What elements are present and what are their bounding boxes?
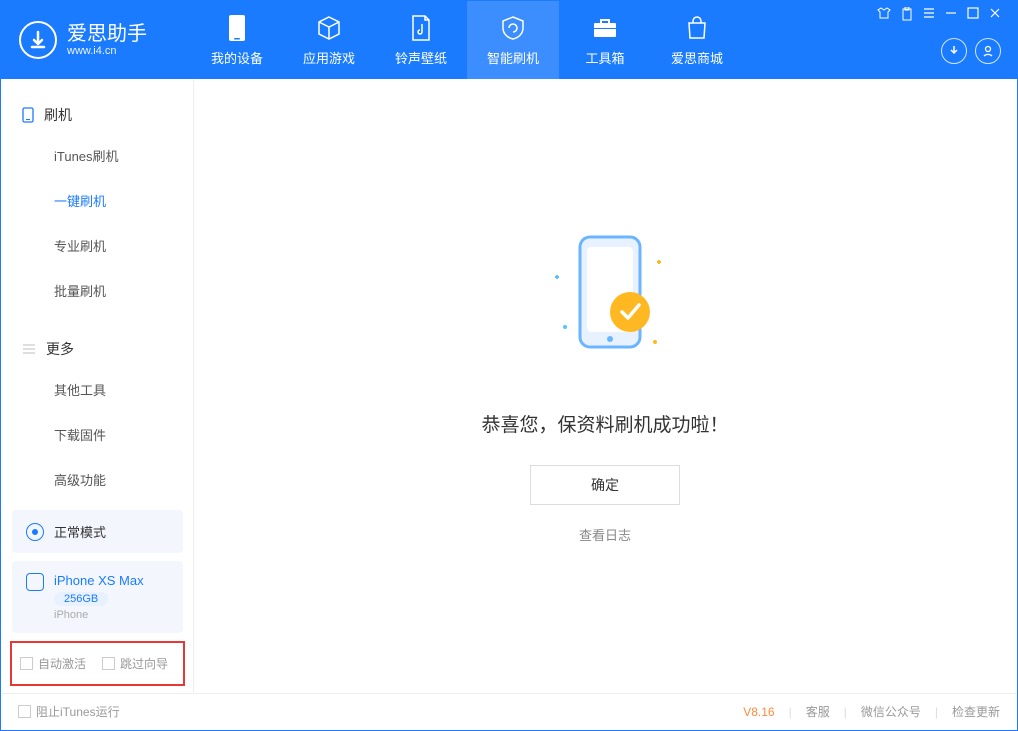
sidebar: 刷机 iTunes刷机 一键刷机 专业刷机 批量刷机 更多 其他工具 下载固件 … [2,79,194,692]
tab-toolbox[interactable]: 工具箱 [559,1,651,79]
success-message: 恭喜您，保资料刷机成功啦！ [481,410,728,437]
shirt-icon[interactable] [877,7,891,24]
device-storage: 256GB [54,592,108,606]
bag-icon [683,14,711,42]
device-info-block[interactable]: iPhone XS Max 256GB iPhone [12,561,183,633]
user-button[interactable] [975,38,1001,64]
footer-link-wechat[interactable]: 微信公众号 [861,703,921,720]
tab-label: 智能刷机 [487,48,539,67]
section-title: 更多 [46,339,74,359]
close-button[interactable] [989,7,1001,24]
sidebar-section-more: 更多 其他工具 下载固件 高级功能 [2,313,193,502]
menu-icon[interactable] [923,7,935,24]
version-label: V8.16 [743,705,774,719]
logo-title: 爱思助手 [67,23,147,45]
sidebar-section-flash: 刷机 iTunes刷机 一键刷机 专业刷机 批量刷机 [2,79,193,313]
clipboard-icon[interactable] [901,7,913,24]
section-header-more: 更多 [2,331,193,367]
checkbox-label: 跳过向导 [120,655,168,672]
sidebar-item-oneclick-flash[interactable]: 一键刷机 [2,178,193,223]
footer: 阻止iTunes运行 V8.16 | 客服 | 微信公众号 | 检查更新 [2,693,1016,729]
music-file-icon [407,14,435,42]
shield-refresh-icon [499,14,527,42]
sidebar-item-other-tools[interactable]: 其他工具 [2,367,193,412]
logo-icon [19,21,57,59]
sidebar-item-itunes-flash[interactable]: iTunes刷机 [2,133,193,178]
tab-label: 应用游戏 [303,48,355,67]
checkbox-icon [102,657,115,670]
sidebar-item-batch-flash[interactable]: 批量刷机 [2,268,193,313]
tab-my-device[interactable]: 我的设备 [191,1,283,79]
success-illustration [505,227,705,382]
minimize-button[interactable] [945,7,957,24]
window-controls [873,1,1005,30]
checkbox-icon [20,657,33,670]
main-content: 恭喜您，保资料刷机成功啦！ 确定 查看日志 [194,79,1016,692]
checkbox-label: 自动激活 [38,655,86,672]
device-icon [22,107,34,123]
checkbox-label: 阻止iTunes运行 [36,703,120,720]
tab-apps-games[interactable]: 应用游戏 [283,1,375,79]
checkbox-auto-activate[interactable]: 自动激活 [20,655,86,672]
app-header: 爱思助手 www.i4.cn 我的设备 应用游戏 铃声壁纸 智能刷机 工具箱 爱… [1,1,1017,79]
footer-link-support[interactable]: 客服 [806,703,830,720]
cube-icon [315,14,343,42]
checkbox-skip-guide[interactable]: 跳过向导 [102,655,168,672]
mode-icon [26,523,44,541]
section-header-flash: 刷机 [2,97,193,133]
tab-ringtone-wallpaper[interactable]: 铃声壁纸 [375,1,467,79]
footer-link-update[interactable]: 检查更新 [952,703,1000,720]
tab-label: 爱思商城 [671,48,723,67]
checkbox-block-itunes[interactable]: 阻止iTunes运行 [18,703,120,720]
phone-small-icon [26,573,44,591]
sidebar-item-download-firmware[interactable]: 下载固件 [2,412,193,457]
download-button[interactable] [941,38,967,64]
tab-smart-flash[interactable]: 智能刷机 [467,1,559,79]
section-title: 刷机 [44,105,72,125]
tab-label: 铃声壁纸 [395,48,447,67]
confirm-button[interactable]: 确定 [530,465,680,505]
logo-area: 爱思助手 www.i4.cn [1,21,191,59]
maximize-button[interactable] [967,7,979,24]
checkbox-icon [18,705,31,718]
phone-icon [223,14,251,42]
device-mode-block[interactable]: 正常模式 [12,510,183,553]
highlighted-options: 自动激活 跳过向导 [10,641,185,686]
mode-label: 正常模式 [54,522,106,541]
list-icon [22,343,36,355]
view-log-link[interactable]: 查看日志 [579,525,631,544]
sidebar-item-advanced[interactable]: 高级功能 [2,457,193,502]
tab-label: 我的设备 [211,48,263,67]
toolbox-icon [591,14,619,42]
sidebar-item-pro-flash[interactable]: 专业刷机 [2,223,193,268]
device-name: iPhone XS Max [54,573,144,588]
tab-label: 工具箱 [585,48,624,67]
device-type: iPhone [54,609,144,621]
nav-tabs: 我的设备 应用游戏 铃声壁纸 智能刷机 工具箱 爱思商城 [191,1,743,79]
tab-store[interactable]: 爱思商城 [651,1,743,79]
logo-subtitle: www.i4.cn [67,45,147,57]
